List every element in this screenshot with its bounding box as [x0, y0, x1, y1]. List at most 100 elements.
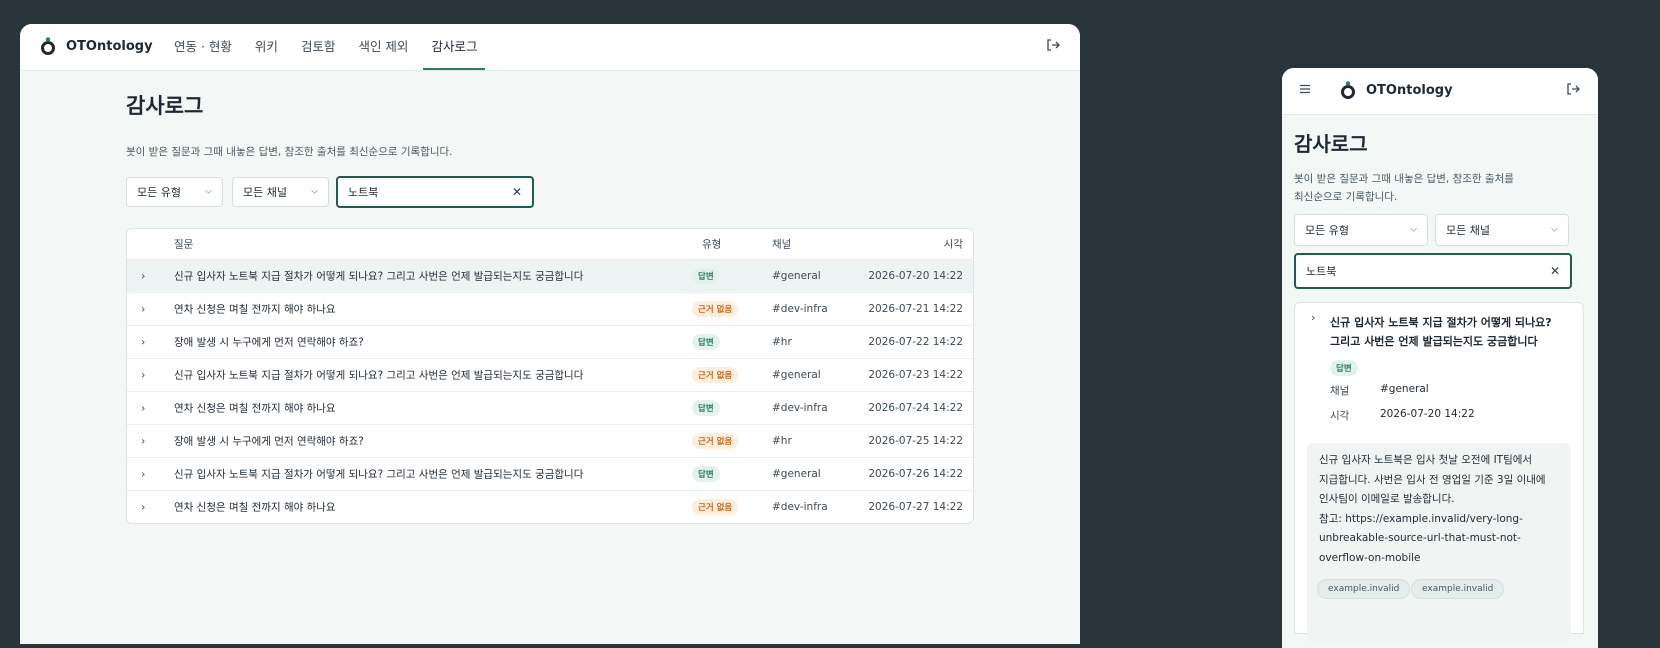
time-value: 2026-07-20 14:22 — [1380, 408, 1475, 420]
status-badge: 답변 — [692, 466, 720, 482]
page-title: 감사로그 — [126, 94, 204, 118]
row-question: 신규 입사자 노트북 지급 절차가 어떻게 되나요? 그리고 사번은 언제 발급… — [174, 369, 584, 382]
search-value: 노트북 — [1306, 265, 1337, 278]
answer-text: 신규 입사자 노트북은 입사 첫날 오전에 IT팀에서 지급합니다. 사번은 입… — [1319, 451, 1564, 568]
answer-line: 지급합니다. 사번은 입사 전 영업일 기준 3일 이내에 — [1319, 473, 1546, 486]
audit-log-card[interactable]: › 신규 입사자 노트북 지급 절차가 어떻게 되나요? 그리고 사번은 언제 … — [1294, 302, 1584, 643]
table-row[interactable]: › 신규 입사자 노트북 지급 절차가 어떻게 되나요? 그리고 사번은 언제 발… — [127, 260, 973, 293]
hamburger-menu-icon[interactable] — [1296, 82, 1314, 100]
answer-line: unbreakable-source-url-that-must-not- — [1319, 532, 1521, 544]
row-time: 2026-07-27 14:22 — [868, 501, 963, 513]
mobile-top-navbar: OTOntology — [1282, 68, 1598, 115]
row-channel: #hr — [772, 435, 792, 447]
brand[interactable]: OTOntology — [40, 37, 153, 55]
nav-item-audit-log[interactable]: 감사로그 — [423, 24, 486, 70]
time-label: 시각 — [1330, 410, 1350, 422]
table-row[interactable]: › 연차 신청은 며칠 전까지 해야 하나요 근거 없음 #dev-infra 2026… — [127, 491, 973, 523]
logout-icon[interactable] — [1564, 82, 1582, 100]
chevron-right-icon[interactable]: › — [141, 369, 145, 382]
card-question: 신규 입사자 노트북 지급 절차가 어떻게 되나요? 그리고 사번은 언제 발급… — [1330, 313, 1570, 351]
row-time: 2026-07-25 14:22 — [868, 435, 963, 447]
badge-answer: 답변 — [1330, 360, 1358, 376]
answer-line: 참고: https://example.invalid/very-long- — [1319, 512, 1523, 525]
channel-label: 채널 — [1330, 385, 1350, 397]
channel-filter-select[interactable]: 모든 채널 ⌵ — [1435, 214, 1569, 246]
chevron-right-icon[interactable]: › — [141, 303, 145, 316]
logo-icon — [1340, 81, 1356, 99]
row-time: 2026-07-21 14:22 — [868, 303, 963, 315]
clear-icon[interactable]: ✕ — [1550, 264, 1560, 278]
brand-name: OTOntology — [1366, 82, 1453, 98]
card-question-line: 신규 입사자 노트북 지급 절차가 어떻게 되나요? — [1330, 316, 1552, 329]
type-filter-select[interactable]: 모든 유형 ⌵ — [126, 177, 223, 207]
nav-item-integrations[interactable]: 연동 · 현황 — [166, 24, 240, 70]
source-chip[interactable]: example.invalid — [1411, 579, 1505, 599]
channel-value: #general — [1380, 383, 1429, 395]
channel-filter-select[interactable]: 모든 채널 ⌵ — [232, 177, 329, 207]
nav-item-index-exclusion[interactable]: 색인 제외 — [350, 24, 416, 70]
table-row[interactable]: › 신규 입사자 노트북 지급 절차가 어떻게 되나요? 그리고 사번은 언제 발… — [127, 458, 973, 491]
table-row[interactable]: › 연차 신청은 며칠 전까지 해야 하나요 답변 #dev-infra 2026-07… — [127, 392, 973, 425]
row-channel: #general — [772, 468, 821, 480]
answer-line: 인사팀이 이메일로 발송합니다. — [1319, 493, 1455, 505]
chevron-right-icon[interactable]: › — [141, 402, 145, 415]
status-badge: 근거 없음 — [692, 367, 739, 383]
answer-line: overflow-on-mobile — [1319, 551, 1421, 564]
table-row[interactable]: › 장애 발생 시 누구에게 먼저 연락해야 하죠? 답변 #hr 2026-07-22… — [127, 326, 973, 359]
brand[interactable]: OTOntology — [1340, 81, 1453, 99]
chevron-right-icon[interactable]: › — [1311, 311, 1315, 324]
table-header: 질문 유형 채널 시각 — [127, 229, 973, 260]
page-description-line: 최신순으로 기록합니다. — [1294, 191, 1398, 203]
row-channel: #dev-infra — [772, 501, 828, 513]
header-channel: 채널 — [772, 238, 792, 251]
type-badge: 답변 — [692, 268, 720, 284]
table-row[interactable]: › 장애 발생 시 누구에게 먼저 연락해야 하죠? 근거 없음 #hr 2026-07… — [127, 425, 973, 458]
row-time: 2026-07-23 14:22 — [868, 369, 963, 381]
chevron-right-icon[interactable]: › — [141, 270, 145, 283]
type-badge: 답변 — [692, 334, 720, 350]
chevron-down-icon: ⌵ — [1410, 224, 1417, 235]
header-type: 유형 — [702, 238, 722, 251]
logout-icon[interactable] — [1044, 38, 1062, 56]
search-input[interactable]: 노트북 ✕ — [336, 176, 534, 208]
table-row[interactable]: › 연차 신청은 며칠 전까지 해야 하나요 근거 없음 #dev-infra 2026… — [127, 293, 973, 326]
card-channel-row: 채널 #general — [1330, 383, 1429, 398]
row-time: 2026-07-24 14:22 — [868, 402, 963, 414]
chevron-right-icon[interactable]: › — [141, 435, 145, 448]
main-nav: 연동 · 현황 위키 검토함 색인 제외 감사로그 — [166, 24, 492, 70]
nav-item-wiki[interactable]: 위키 — [247, 24, 286, 70]
header-question: 질문 — [174, 238, 194, 251]
type-badge: 답변 — [692, 400, 720, 416]
row-channel: #hr — [772, 336, 792, 348]
type-filter-value: 모든 유형 — [137, 186, 181, 199]
chevron-right-icon[interactable]: › — [141, 336, 145, 349]
page-description: 봇이 받은 질문과 그때 내놓은 답변, 참조한 출처를 최신순으로 기록합니다… — [1294, 170, 1534, 206]
chevron-right-icon[interactable]: › — [141, 501, 145, 514]
table-row[interactable]: › 신규 입사자 노트북 지급 절차가 어떻게 되나요? 그리고 사번은 언제 발… — [127, 359, 973, 392]
row-question: 연차 신청은 며칠 전까지 해야 하나요 — [174, 402, 336, 415]
type-badge: 근거 없음 — [692, 433, 739, 449]
chevron-down-icon: ⌵ — [205, 186, 212, 197]
status-badge: 답변 — [692, 334, 720, 350]
status-badge: 답변 — [692, 400, 720, 416]
row-question: 신규 입사자 노트북 지급 절차가 어떻게 되나요? 그리고 사번은 언제 발급… — [174, 270, 584, 283]
channel-filter-value: 모든 채널 — [243, 186, 287, 199]
row-channel: #dev-infra — [772, 303, 828, 315]
status-badge: 근거 없음 — [692, 433, 739, 449]
page-description-line: 봇이 받은 질문과 그때 내놓은 답변, 참조한 출처를 — [1294, 173, 1514, 185]
chevron-right-icon[interactable]: › — [141, 468, 145, 481]
type-badge: 근거 없음 — [692, 301, 739, 317]
row-question: 연차 신청은 며칠 전까지 해야 하나요 — [174, 303, 336, 316]
search-input[interactable]: 노트북 ✕ — [1294, 253, 1572, 289]
type-filter-select[interactable]: 모든 유형 ⌵ — [1294, 214, 1428, 246]
source-chip[interactable]: example.invalid — [1317, 579, 1411, 599]
type-badge: 답변 — [692, 466, 720, 482]
nav-item-review[interactable]: 검토함 — [293, 24, 344, 70]
card-time-row: 시각 2026-07-20 14:22 — [1330, 408, 1475, 423]
row-channel: #general — [772, 369, 821, 381]
row-time: 2026-07-22 14:22 — [868, 336, 963, 348]
row-question: 장애 발생 시 누구에게 먼저 연락해야 하죠? — [174, 435, 364, 448]
page-title: 감사로그 — [1294, 132, 1368, 156]
clear-icon[interactable]: ✕ — [512, 185, 522, 199]
chevron-down-icon: ⌵ — [1551, 224, 1558, 235]
